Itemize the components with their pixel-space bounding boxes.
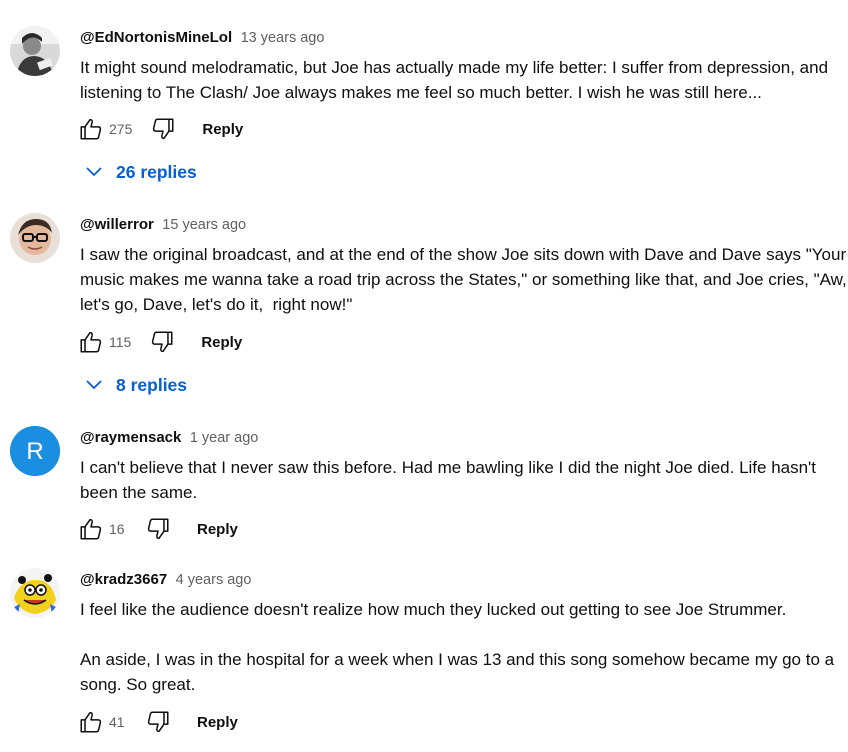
comment-text: I saw the original broadcast, and at the…: [80, 245, 847, 314]
like-count: 115: [109, 334, 132, 350]
dislike-button[interactable]: [143, 707, 173, 737]
comment-text: I feel like the audience doesn't realize…: [80, 600, 835, 694]
letter-avatar-icon: R: [10, 426, 60, 476]
comment-thread: @kradz3667 4 years ago I feel like the a…: [0, 568, 848, 752]
cartoon-avatar-icon: [10, 568, 60, 618]
dislike-button[interactable]: [143, 514, 173, 544]
replies-count-label[interactable]: 26 replies: [116, 162, 197, 183]
comment-timestamp[interactable]: 13 years ago: [241, 30, 325, 46]
avatar[interactable]: [10, 213, 60, 263]
view-replies-button[interactable]: 26 replies: [84, 157, 197, 187]
thumbs-down-icon: [153, 118, 174, 140]
reply-button[interactable]: Reply: [197, 521, 238, 538]
replies-count-label[interactable]: 8 replies: [116, 375, 187, 396]
svg-text:R: R: [26, 438, 43, 465]
chevron-down-icon: [86, 380, 102, 390]
thumbs-down-icon: [147, 711, 169, 733]
comment-actions: 275 Reply: [76, 114, 243, 144]
comment-text: I can't believe that I never saw this be…: [80, 458, 821, 502]
thumbs-up-icon: [80, 331, 102, 353]
comment-author[interactable]: @kradz3667: [80, 571, 167, 588]
comment-author[interactable]: @EdNortonisMineLol: [80, 29, 232, 46]
thumbs-down-icon: [147, 518, 169, 540]
comment-author[interactable]: @willerror: [80, 216, 154, 233]
user-photo-icon: [10, 213, 60, 263]
comment-timestamp[interactable]: 15 years ago: [162, 217, 246, 233]
thumbs-down-icon: [152, 331, 173, 353]
dislike-button[interactable]: [147, 327, 177, 357]
like-button[interactable]: [76, 327, 106, 357]
thumbs-up-icon: [80, 118, 102, 140]
comment-timestamp[interactable]: 1 year ago: [190, 430, 259, 446]
comment-author[interactable]: @raymensack: [80, 429, 181, 446]
like-count: 275: [109, 121, 133, 137]
avatar[interactable]: [10, 26, 60, 76]
comment-thread: @EdNortonisMineLol 13 years ago It might…: [0, 0, 848, 200]
dislike-button[interactable]: [148, 114, 178, 144]
comment-actions: 115 Reply: [76, 327, 242, 357]
view-replies-button[interactable]: 8 replies: [84, 370, 187, 400]
like-count: 41: [109, 714, 125, 730]
comment-timestamp[interactable]: 4 years ago: [176, 572, 252, 588]
like-button[interactable]: [76, 114, 106, 144]
thumbs-up-icon: [80, 711, 102, 733]
comment-thread: R @raymensack 1 year ago I can't believe…: [0, 426, 848, 546]
comment-actions: 16 Reply: [76, 514, 238, 544]
thumbs-up-icon: [80, 518, 102, 540]
avatar[interactable]: [10, 568, 60, 618]
comment-text: It might sound melodramatic, but Joe has…: [80, 58, 833, 102]
like-count: 16: [109, 521, 125, 537]
reply-button[interactable]: Reply: [201, 334, 242, 351]
reply-button[interactable]: Reply: [202, 121, 243, 138]
avatar[interactable]: R: [10, 426, 60, 476]
comment-thread: @willerror 15 years ago I saw the origin…: [0, 213, 848, 413]
reply-button[interactable]: Reply: [197, 714, 238, 731]
chevron-down-icon: [86, 167, 102, 177]
like-button[interactable]: [76, 514, 106, 544]
like-button[interactable]: [76, 707, 106, 737]
comment-actions: 41 Reply: [76, 707, 238, 737]
user-photo-icon: [10, 26, 60, 76]
